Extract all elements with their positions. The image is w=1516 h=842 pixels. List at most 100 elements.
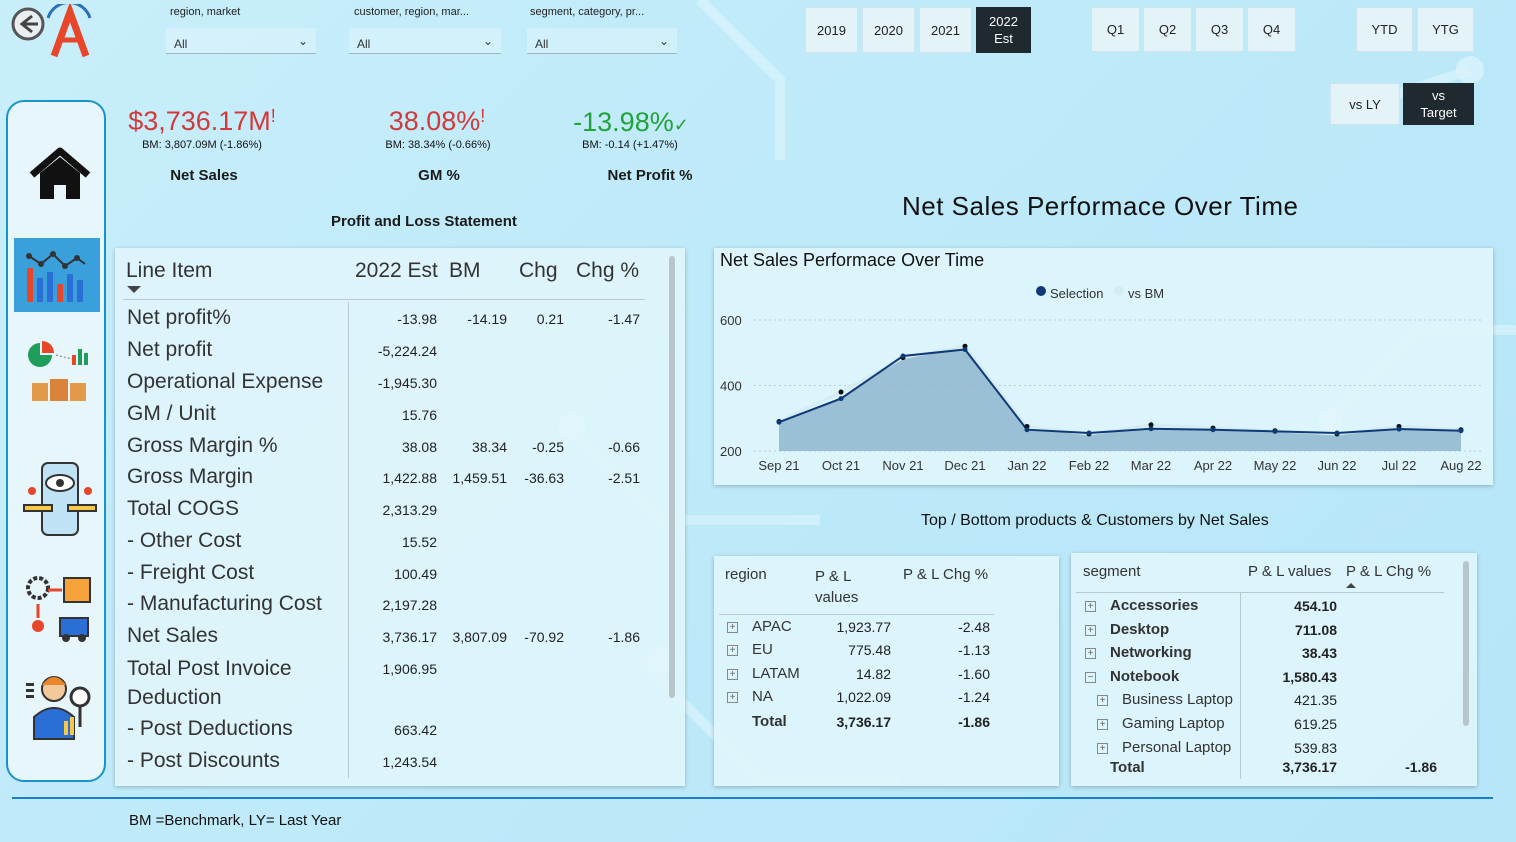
pnl-row[interactable]: Operational Expense -1,945.30 xyxy=(115,368,665,400)
slicer-value: All xyxy=(174,37,188,51)
data-point-selection xyxy=(1396,426,1402,432)
pnl-row[interactable]: Gross Margin 1,422.88 1,459.51 -36.63 -2.51 xyxy=(115,463,665,495)
expand-icon[interactable]: + xyxy=(727,692,738,703)
vs-target-button[interactable]: vs Target xyxy=(1403,83,1474,125)
executive-person-icon xyxy=(26,676,91,740)
pnl-row[interactable]: - Other Cost 15.52 xyxy=(115,527,665,559)
pnl-row[interactable]: - Freight Cost 100.49 xyxy=(115,559,665,591)
scrollbar[interactable] xyxy=(669,256,675,698)
col-header-segment[interactable]: segment xyxy=(1083,563,1141,580)
col-header-pl-chg[interactable]: P & L Chg % xyxy=(1346,563,1431,580)
segment-slicer[interactable]: All ⌄ xyxy=(527,28,677,54)
segment-name[interactable]: Desktop xyxy=(1110,621,1169,638)
scrollbar[interactable] xyxy=(1463,561,1469,726)
expand-icon[interactable]: + xyxy=(727,669,738,680)
nav-home[interactable] xyxy=(20,138,100,212)
collapse-icon[interactable]: − xyxy=(1085,672,1096,683)
nav-executive-view[interactable] xyxy=(20,668,100,742)
header-divider xyxy=(1076,592,1444,593)
expand-icon[interactable]: + xyxy=(1097,743,1108,754)
expand-icon[interactable]: + xyxy=(1085,648,1096,659)
data-point-selection xyxy=(900,353,906,359)
vs-ly-button[interactable]: vs LY xyxy=(1330,83,1400,125)
quarter-q4-button[interactable]: Q4 xyxy=(1247,7,1296,52)
cell-est: 1,906.95 xyxy=(382,661,438,677)
segment-value: 38.43 xyxy=(1301,645,1337,661)
segment-name[interactable]: Business Laptop xyxy=(1122,691,1233,708)
segment-value: 539.83 xyxy=(1294,740,1337,756)
header-divider xyxy=(719,614,994,615)
pnl-row[interactable]: Net profit -5,224.24 xyxy=(115,336,665,368)
region-name[interactable]: APAC xyxy=(752,618,792,635)
year-2021-button[interactable]: 2021 xyxy=(919,7,972,53)
col-header-bm[interactable]: BM xyxy=(449,259,481,283)
expand-icon[interactable]: + xyxy=(727,622,738,633)
row-label: Net profit% xyxy=(127,306,231,329)
pnl-row[interactable]: Net Sales 3,736.17 3,807.09 -70.92 -1.86 xyxy=(115,622,665,654)
col-header-pl-values[interactable]: P & L values xyxy=(1248,563,1331,580)
segment-name[interactable]: Notebook xyxy=(1110,668,1179,685)
region-name[interactable]: LATAM xyxy=(752,665,800,682)
net-sales-chart: Net Sales Performace Over Time Selection… xyxy=(714,248,1493,485)
ytg-button[interactable]: YTG xyxy=(1417,7,1474,52)
quarter-q2-button[interactable]: Q2 xyxy=(1143,7,1192,52)
quarter-q3-button[interactable]: Q3 xyxy=(1195,7,1244,52)
nav-sales-view[interactable] xyxy=(20,336,100,410)
year-2020-button[interactable]: 2020 xyxy=(862,7,915,53)
pnl-row[interactable]: GM / Unit 15.76 xyxy=(115,400,665,432)
col-header-2022-est[interactable]: 2022 Est xyxy=(355,259,438,283)
col-header-line-item[interactable]: Line Item xyxy=(126,259,212,283)
col-header-pl-values[interactable]: P & L values xyxy=(815,566,875,608)
pnl-row[interactable]: - Post Deductions 663.42 xyxy=(115,715,665,747)
region-name[interactable]: NA xyxy=(752,688,773,705)
quarter-q1-button[interactable]: Q1 xyxy=(1091,7,1140,52)
pnl-row[interactable]: Gross Margin % 38.08 38.34 -0.25 -0.66 xyxy=(115,432,665,464)
back-button[interactable] xyxy=(8,4,46,40)
ytd-button[interactable]: YTD xyxy=(1356,7,1413,52)
nav-marketing-view[interactable] xyxy=(20,462,100,536)
x-tick-label: Mar 22 xyxy=(1131,458,1171,473)
col-header-chg-pct[interactable]: Chg % xyxy=(576,259,639,283)
col-header-region[interactable]: region xyxy=(725,566,767,583)
region-table: region P & L values P & L Chg % + APAC 1,9… xyxy=(714,556,1059,786)
x-tick-label: May 22 xyxy=(1254,458,1297,473)
cell-chgp: -1.86 xyxy=(608,629,640,645)
chart-canvas: 200 400 600 Sep 21 Oct 21 Nov 21 Dec 21 Jan 22 F… xyxy=(720,313,1484,473)
pnl-row[interactable]: - Post Discounts 1,243.54 xyxy=(115,747,665,779)
year-2019-button[interactable]: 2019 xyxy=(805,7,858,53)
expand-icon[interactable]: + xyxy=(727,645,738,656)
gm-percent-kpi-benchmark: BM: 38.34% (-0.66%) xyxy=(385,139,491,151)
segment-name[interactable]: Accessories xyxy=(1110,597,1198,614)
row-label: - Freight Cost xyxy=(127,561,255,584)
segment-name[interactable]: Networking xyxy=(1110,644,1192,661)
customer-slicer[interactable]: All ⌄ xyxy=(349,28,501,54)
y-tick-label: 400 xyxy=(720,379,742,394)
pnl-row[interactable]: - Manufacturing Cost 2,197.28 xyxy=(115,590,665,622)
top-bottom-title: Top / Bottom products & Customers by Net… xyxy=(921,512,1269,529)
col-header-pl-chg[interactable]: P & L Chg % xyxy=(903,566,988,583)
cell-bm: 38.34 xyxy=(471,439,507,455)
nav-finance-view[interactable] xyxy=(14,238,100,312)
nav-supply-chain-view[interactable] xyxy=(20,572,100,646)
expand-icon[interactable]: + xyxy=(1085,625,1096,636)
pnl-row[interactable]: Total COGS 2,313.29 xyxy=(115,495,665,527)
sort-asc-icon xyxy=(1346,583,1356,588)
pnl-row[interactable]: Net profit% -13.98 -14.19 0.21 -1.47 xyxy=(115,304,665,336)
cell-bm: 1,459.51 xyxy=(452,470,508,486)
segment-name[interactable]: Gaming Laptop xyxy=(1122,715,1225,732)
slicer-value: All xyxy=(357,37,371,51)
expand-icon[interactable]: + xyxy=(1097,719,1108,730)
cell-est: 2,197.28 xyxy=(382,597,438,613)
expand-icon[interactable]: + xyxy=(1097,695,1108,706)
row-label: Operational Expense xyxy=(127,370,324,393)
row-label: - Post Discounts xyxy=(127,749,280,772)
region-name[interactable]: EU xyxy=(752,641,773,658)
pnl-row[interactable]: Total Post Invoice Deduction 1,906.95 xyxy=(115,654,665,709)
row-label: - Other Cost xyxy=(127,529,242,552)
expand-icon[interactable]: + xyxy=(1085,601,1096,612)
col-header-chg[interactable]: Chg xyxy=(519,259,558,283)
segment-name[interactable]: Personal Laptop xyxy=(1122,739,1231,756)
region-market-slicer[interactable]: All ⌄ xyxy=(166,28,316,54)
x-tick-label: Jun 22 xyxy=(1317,458,1356,473)
year-2022-est-button[interactable]: 2022 Est xyxy=(976,7,1031,53)
